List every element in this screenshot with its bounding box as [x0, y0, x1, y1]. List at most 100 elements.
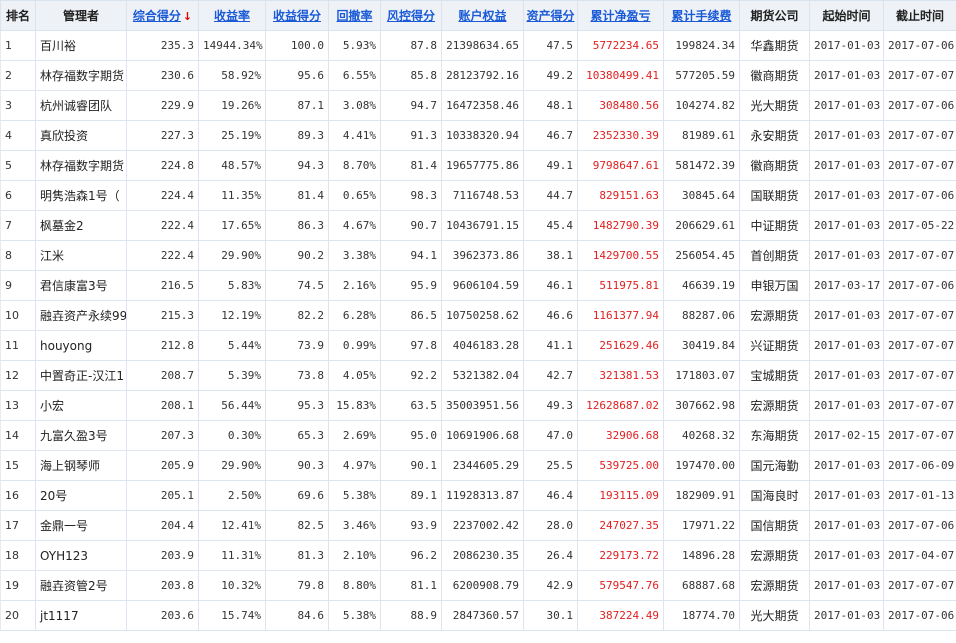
drawdown-rate: 5.38%: [328, 600, 381, 631]
return-rate: 12.19%: [198, 300, 266, 331]
drawdown-rate: 15.83%: [328, 390, 381, 421]
fees: 577205.59: [663, 60, 740, 91]
net-profit: 247027.35: [577, 510, 664, 541]
table-row: 19 融壵资管2号 203.8 10.32% 79.8 8.80% 81.1 6200908.…: [0, 570, 956, 601]
header-drawdown-rate[interactable]: 回撤率: [328, 0, 381, 31]
header-fees[interactable]: 累计手续费: [663, 0, 740, 31]
start-time: 2017-01-03: [809, 480, 884, 511]
end-time: 2017-07-07: [883, 330, 956, 361]
asset-score: 30.1: [523, 600, 578, 631]
manager-name[interactable]: 林存福数字期货: [35, 60, 127, 91]
end-time: 2017-06-09: [883, 450, 956, 481]
manager-name[interactable]: 融壵资管2号: [35, 570, 127, 601]
table-row: 12 中置奇正-汉江1 208.7 5.39% 73.8 4.05% 92.2 5321382…: [0, 360, 956, 391]
header-risk-score[interactable]: 风控得分: [380, 0, 442, 31]
manager-name[interactable]: 杭州诚睿团队: [35, 90, 127, 121]
manager-name[interactable]: 江米: [35, 240, 127, 271]
overall-score: 203.8: [126, 570, 199, 601]
account-equity: 3962373.86: [441, 240, 524, 271]
fees: 199824.34: [663, 30, 740, 61]
manager-name[interactable]: 融壵资产永续99: [35, 300, 127, 331]
account-equity: 16472358.46: [441, 90, 524, 121]
manager-name[interactable]: 枫墓金2: [35, 210, 127, 241]
return-score: 81.4: [265, 180, 329, 211]
account-equity: 10750258.62: [441, 300, 524, 331]
start-time: 2017-01-03: [809, 510, 884, 541]
account-equity: 19657775.86: [441, 150, 524, 181]
header-account-equity[interactable]: 账户权益: [441, 0, 524, 31]
overall-score: 207.3: [126, 420, 199, 451]
risk-score: 91.3: [380, 120, 442, 151]
rank-cell: 14: [0, 420, 36, 451]
header-asset-score[interactable]: 资产得分: [523, 0, 578, 31]
overall-score: 224.8: [126, 150, 199, 181]
manager-name[interactable]: 九富久盈3号: [35, 420, 127, 451]
return-score: 82.2: [265, 300, 329, 331]
overall-score: 222.4: [126, 240, 199, 271]
end-time: 2017-07-06: [883, 30, 956, 61]
rank-cell: 12: [0, 360, 36, 391]
asset-score: 47.0: [523, 420, 578, 451]
account-equity: 7116748.53: [441, 180, 524, 211]
risk-score: 97.8: [380, 330, 442, 361]
manager-name[interactable]: 小宏: [35, 390, 127, 421]
net-profit: 229173.72: [577, 540, 664, 571]
end-time: 2017-04-07: [883, 540, 956, 571]
table-row: 14 九富久盈3号 207.3 0.30% 65.3 2.69% 95.0 10691906.…: [0, 420, 956, 451]
manager-name[interactable]: houyong: [35, 330, 127, 361]
start-time: 2017-01-03: [809, 390, 884, 421]
rank-cell: 7: [0, 210, 36, 241]
end-time: 2017-07-07: [883, 360, 956, 391]
overall-score: 204.4: [126, 510, 199, 541]
risk-score: 95.9: [380, 270, 442, 301]
header-net-profit[interactable]: 累计净盈亏: [577, 0, 664, 31]
header-manager-label: 管理者: [62, 9, 99, 23]
manager-name[interactable]: 中置奇正-汉江1: [35, 360, 127, 391]
return-score: 81.3: [265, 540, 329, 571]
fees: 256054.45: [663, 240, 740, 271]
rank-cell: 18: [0, 540, 36, 571]
table-row: 2 林存福数字期货 230.6 58.92% 95.6 6.55% 85.8 28123792…: [0, 60, 956, 91]
manager-name[interactable]: OYH123: [35, 540, 127, 571]
manager-name[interactable]: 真欣投资: [35, 120, 127, 151]
account-equity: 35003951.56: [441, 390, 524, 421]
return-rate: 56.44%: [198, 390, 266, 421]
manager-name[interactable]: jt1117: [35, 600, 127, 631]
manager-name[interactable]: 林存福数字期货: [35, 150, 127, 181]
header-return-rate-label: 收益率: [213, 9, 250, 23]
table-row: 3 杭州诚睿团队 229.9 19.26% 87.1 3.08% 94.7 16472358.…: [0, 90, 956, 121]
start-time: 2017-01-03: [809, 300, 884, 331]
table-row: 4 真欣投资 227.3 25.19% 89.3 4.41% 91.3 10338320.94…: [0, 120, 956, 151]
manager-name[interactable]: 金鼎一号: [35, 510, 127, 541]
header-return-score[interactable]: 收益得分: [265, 0, 329, 31]
return-rate: 58.92%: [198, 60, 266, 91]
drawdown-rate: 0.65%: [328, 180, 381, 211]
drawdown-rate: 2.69%: [328, 420, 381, 451]
manager-name[interactable]: 海上钢琴师: [35, 450, 127, 481]
account-equity: 21398634.65: [441, 30, 524, 61]
fees: 88287.06: [663, 300, 740, 331]
return-rate: 29.90%: [198, 450, 266, 481]
manager-name[interactable]: 明隽浩森1号（: [35, 180, 127, 211]
net-profit: 9798647.61: [577, 150, 664, 181]
asset-score: 49.1: [523, 150, 578, 181]
fees: 171803.07: [663, 360, 740, 391]
manager-name[interactable]: 百川裕: [35, 30, 127, 61]
risk-score: 63.5: [380, 390, 442, 421]
start-time: 2017-03-17: [809, 270, 884, 301]
return-rate: 5.83%: [198, 270, 266, 301]
manager-name[interactable]: 20号: [35, 480, 127, 511]
manager-name[interactable]: 君信康富3号: [35, 270, 127, 301]
header-overall-score[interactable]: 综合得分 ↓: [126, 0, 199, 31]
net-profit: 308480.56: [577, 90, 664, 121]
overall-score: 203.6: [126, 600, 199, 631]
header-return-rate[interactable]: 收益率: [198, 0, 266, 31]
drawdown-rate: 2.10%: [328, 540, 381, 571]
start-time: 2017-01-03: [809, 90, 884, 121]
futures-company: 宏源期货: [739, 390, 810, 421]
drawdown-rate: 6.28%: [328, 300, 381, 331]
drawdown-rate: 4.97%: [328, 450, 381, 481]
asset-score: 41.1: [523, 330, 578, 361]
overall-score: 222.4: [126, 210, 199, 241]
return-score: 87.1: [265, 90, 329, 121]
